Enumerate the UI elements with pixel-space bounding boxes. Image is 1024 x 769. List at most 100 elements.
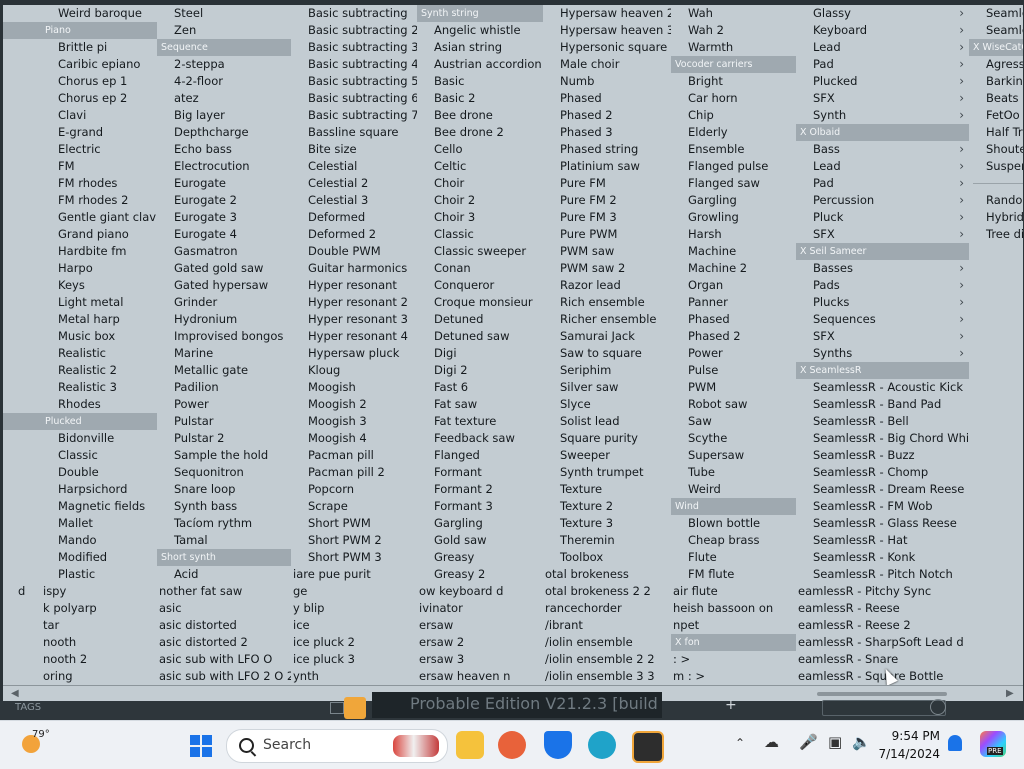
preset-item[interactable] [3,141,41,158]
preset-item[interactable]: Brittle pi [41,39,157,56]
preset-item[interactable]: m : > [671,668,796,685]
preset-item[interactable] [3,464,41,481]
preset-item[interactable]: PWM [671,379,796,396]
preset-item[interactable]: Chip [671,107,796,124]
preset-item[interactable] [3,515,41,532]
preset-item[interactable]: Eurogate [157,175,291,192]
preset-item[interactable] [3,294,41,311]
preset-item[interactable]: Barking [969,73,1023,90]
preset-item[interactable]: Cheap brass [671,532,796,549]
preset-item[interactable]: Fat texture [417,413,543,430]
preset-item[interactable]: Weird baroque [41,5,157,22]
preset-item[interactable]: Hypersaw heaven 3 [543,22,671,39]
preset-item[interactable]: Short PWM [291,515,417,532]
submenu-item[interactable]: Percussion › [796,192,969,209]
preset-item[interactable]: d [3,583,41,600]
preset-item[interactable]: Gold saw [417,532,543,549]
preset-item[interactable]: Harpsichord [41,481,157,498]
preset-item[interactable] [3,532,41,549]
preset-item[interactable] [3,107,41,124]
preset-item[interactable]: Greasy 2 [417,566,543,583]
preset-item[interactable]: Cello [417,141,543,158]
preset-item[interactable]: Plastic [41,566,157,583]
preset-item[interactable]: Basic [417,73,543,90]
preset-item[interactable]: Gargling [671,192,796,209]
preset-item[interactable]: Tube [671,464,796,481]
preset-item[interactable]: /iolin ensemble [543,634,671,651]
preset-item[interactable]: ersaw [417,617,543,634]
preset-item[interactable]: Saw [671,413,796,430]
preset-item[interactable]: SeamlessR - Hat [796,532,969,549]
preset-item[interactable]: Phased 2 [671,328,796,345]
preset-item[interactable]: Synth bass [157,498,291,515]
preset-item[interactable]: Classic [41,447,157,464]
preset-item[interactable] [3,481,41,498]
preset-item[interactable] [3,260,41,277]
preset-item[interactable]: Texture 3 [543,515,671,532]
preset-item[interactable]: SeamlessR - Chomp [796,464,969,481]
preset-dropdown[interactable] [822,700,946,716]
preset-item[interactable]: Slyce [543,396,671,413]
preset-item[interactable]: Toolbox [543,549,671,566]
preset-item[interactable]: eamlessR - Snare [796,651,969,668]
submenu-item[interactable]: Sequences › [796,311,969,328]
submenu-item[interactable]: Bass › [796,141,969,158]
preset-item[interactable]: nooth 2 [41,651,157,668]
preset-item[interactable]: heish bassoon on [671,600,796,617]
firefox-icon[interactable] [498,731,526,759]
preset-item[interactable]: Croque monsieur [417,294,543,311]
preset-item[interactable]: Car horn [671,90,796,107]
preset-item[interactable]: Bright [671,73,796,90]
preset-item[interactable]: Flanged [417,447,543,464]
preset-item[interactable]: FetOo B [969,107,1023,124]
preset-item[interactable]: Choir [417,175,543,192]
settings-icon[interactable] [930,699,946,715]
preset-item[interactable]: eamlessR - SharpSoft Lead d [796,634,969,651]
submenu-item[interactable]: Pads › [796,277,969,294]
preset-item[interactable]: FM [41,158,157,175]
preset-item[interactable]: PWM saw [543,243,671,260]
preset-item[interactable]: : > [671,651,796,668]
preset-item[interactable]: Short PWM 3 [291,549,417,566]
preset-item[interactable]: Power [157,396,291,413]
preset-item[interactable]: SeamlessR - Acoustic Kick [796,379,969,396]
preset-item[interactable]: Gentle giant clav [41,209,157,226]
preset-item[interactable] [3,124,41,141]
preset-item[interactable]: /ibrant [543,617,671,634]
taskbar-search[interactable]: Search [226,729,448,763]
preset-item[interactable]: Elderly [671,124,796,141]
submenu-item[interactable]: Synths › [796,345,969,362]
preset-item[interactable]: Pulse [671,362,796,379]
preset-item[interactable]: Moogish 4 [291,430,417,447]
preset-item[interactable]: Hypersaw pluck [291,345,417,362]
preset-item[interactable]: Bidonville [41,430,157,447]
preset-item[interactable]: SeamlessR - Konk [796,549,969,566]
preset-item[interactable]: Short PWM 2 [291,532,417,549]
preset-item[interactable]: ivinator [417,600,543,617]
preset-item[interactable]: ersaw 2 [417,634,543,651]
preset-item[interactable]: ispy [41,583,157,600]
preset-item[interactable]: asic sub with LFO O [157,651,291,668]
preset-item[interactable]: iare pue purit [291,566,417,583]
preset-item[interactable]: Digi [417,345,543,362]
preset-item[interactable]: Machine [671,243,796,260]
preset-item[interactable]: Improvised bongos [157,328,291,345]
network-icon[interactable]: ▣ [828,733,842,751]
preset-item[interactable]: Bee drone [417,107,543,124]
preset-item[interactable]: Saw to square [543,345,671,362]
preset-item[interactable]: Hybridi [969,209,1023,226]
preset-item[interactable] [3,447,41,464]
preset-item[interactable]: Acid [157,566,291,583]
preset-item[interactable]: E-grand [41,124,157,141]
preset-item[interactable]: Organ [671,277,796,294]
submenu-item[interactable]: Lead › [796,158,969,175]
preset-item[interactable]: Celestial [291,158,417,175]
submenu-item[interactable]: Lead › [796,39,969,56]
preset-item[interactable] [3,5,41,22]
preset-item[interactable]: Celestial 2 [291,175,417,192]
preset-item[interactable]: Flanged pulse [671,158,796,175]
preset-item[interactable]: Hypersonic square [543,39,671,56]
preset-item[interactable]: asic distorted 2 [157,634,291,651]
preset-item[interactable]: Texture [543,481,671,498]
weather-widget[interactable]: 79° [20,727,60,763]
